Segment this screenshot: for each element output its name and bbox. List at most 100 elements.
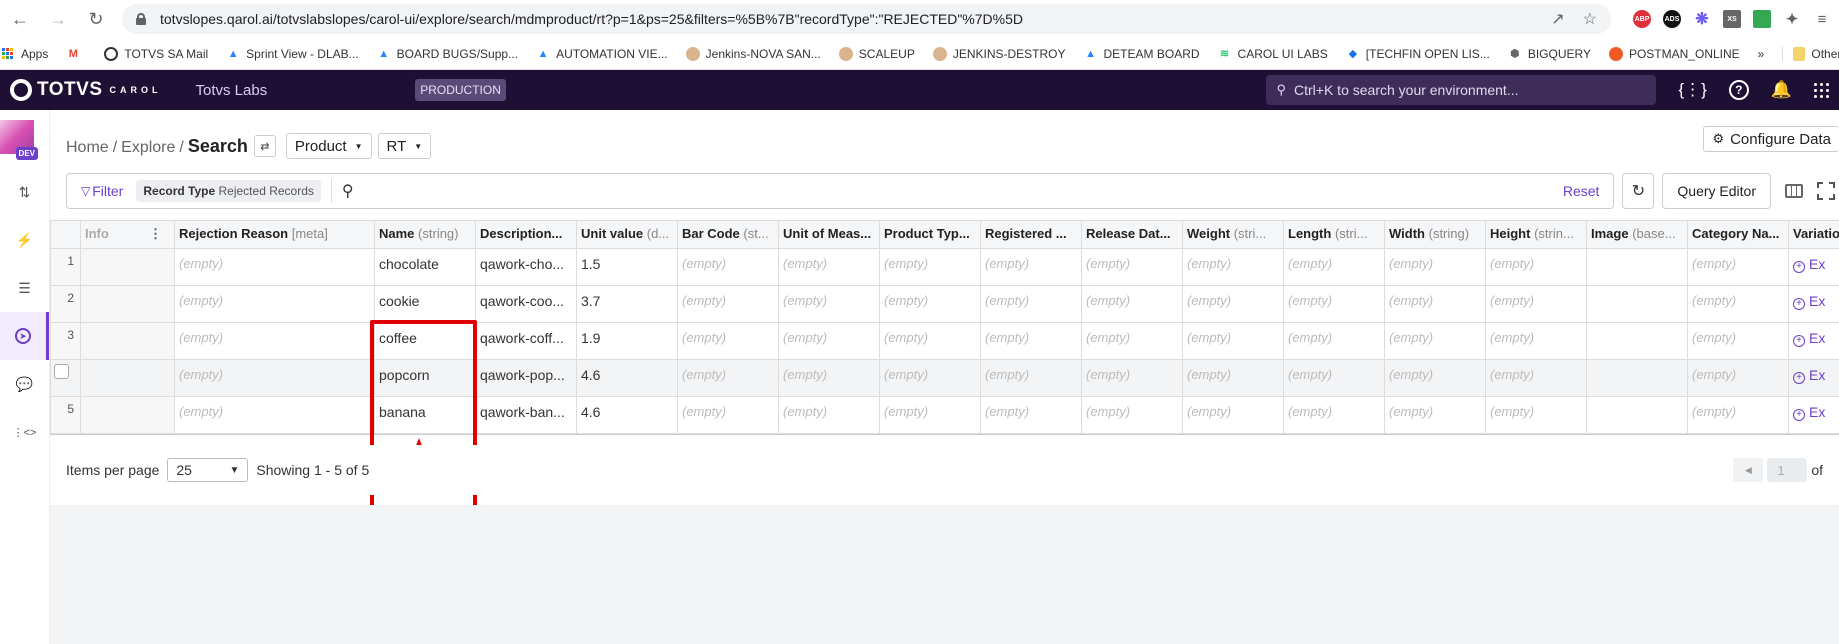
cell-bar-code[interactable]: (empty) [677,248,779,286]
ads-extension-icon[interactable]: ADS [1663,10,1681,28]
puzzle-icon[interactable]: ✦ [1783,10,1801,28]
cell-unit-value[interactable]: 1.5 [576,248,678,286]
apps-menu-icon[interactable] [1814,82,1829,98]
cell-product-type[interactable]: (empty) [879,359,981,397]
column-header-registered[interactable]: Registered ... [980,220,1082,249]
snowflake-extension-icon[interactable]: ❋ [1693,10,1711,28]
expand-variations-button[interactable]: + Ex [1793,293,1825,310]
cell-unit-of-measure[interactable]: (empty) [778,396,880,434]
bookmark-postman[interactable]: POSTMAN_ONLINE [1608,46,1740,61]
column-header-release-date[interactable]: Release Dat... [1081,220,1183,249]
column-header-bar-code[interactable]: Bar Code (st... [677,220,779,249]
table-row[interactable]: 1 (empty) chocolate qawork-cho... 1.5 (empty)… [50,248,1839,286]
refresh-button[interactable]: ↻ [1622,173,1655,209]
cell-height[interactable]: (empty) [1485,396,1587,434]
cell-variations[interactable]: + Ex [1788,396,1839,434]
cell-height[interactable]: (empty) [1485,285,1587,323]
cell-image[interactable] [1586,285,1688,323]
column-header-product-type[interactable]: Product Typ... [879,220,981,249]
cell-image[interactable] [1586,322,1688,360]
sidebar-item-chat[interactable]: 💬 [0,360,49,408]
column-header-info[interactable]: Info ⋮ [80,220,175,249]
column-header-name[interactable]: Name (string) [374,220,476,249]
cell-variations[interactable]: + Ex [1788,322,1839,360]
cell-unit-of-measure[interactable]: (empty) [778,359,880,397]
search-icon[interactable]: ⚲ [342,181,354,201]
url-text[interactable]: totvslopes.qarol.ai/totvslabslopes/carol… [160,11,1551,27]
table-row[interactable]: 2 (empty) cookie qawork-coo... 3.7 (empty) (em… [50,285,1839,323]
address-bar[interactable]: totvslopes.qarol.ai/totvslabslopes/carol… [122,4,1611,34]
expand-variations-button[interactable]: + Ex [1793,367,1825,384]
bell-icon[interactable]: 🔔 [1771,80,1792,100]
cell-unit-value[interactable]: 4.6 [576,396,678,434]
table-row[interactable]: 3 (empty) coffee qawork-coff... 1.9 (empty) (e… [50,322,1839,360]
record-type-dropdown[interactable]: RT ▼ [377,133,432,159]
cell-unit-of-measure[interactable]: (empty) [778,248,880,286]
cell-bar-code[interactable]: (empty) [677,285,779,323]
cell-category-name[interactable]: (empty) [1687,285,1789,323]
cell-weight[interactable]: (empty) [1182,285,1284,323]
cell-registered[interactable]: (empty) [980,322,1082,360]
xs-extension-icon[interactable]: XS [1723,10,1741,28]
cell-rejection-reason[interactable]: (empty) [174,396,375,434]
column-header-height[interactable]: Height (strin... [1485,220,1587,249]
cell-name[interactable]: popcorn [374,359,476,397]
cell-bar-code[interactable]: (empty) [677,396,779,434]
bookmark-gmail[interactable]: M [66,47,86,61]
bookmark-techfin[interactable]: ◆ [TECHFIN OPEN LIS... [1346,47,1490,61]
cell-height[interactable]: (empty) [1485,322,1587,360]
cell-length[interactable]: (empty) [1283,285,1385,323]
cell-variations[interactable]: + Ex [1788,248,1839,286]
bookmark-deteam-board[interactable]: ▲ DETEAM BOARD [1084,47,1199,61]
reset-button[interactable]: Reset [1563,183,1600,199]
cell-height[interactable]: (empty) [1485,359,1587,397]
cell-rejection-reason[interactable]: (empty) [174,248,375,286]
column-header-weight[interactable]: Weight (stri... [1182,220,1284,249]
expand-variations-button[interactable]: + Ex [1793,330,1825,347]
filter-button[interactable]: ▽ Filter [81,183,123,199]
cell-description[interactable]: qawork-pop... [475,359,577,397]
cell-registered[interactable]: (empty) [980,248,1082,286]
cell-product-type[interactable]: (empty) [879,285,981,323]
sidebar-item-explore[interactable]: ➤ [0,312,49,360]
cell-bar-code[interactable]: (empty) [677,322,779,360]
cell-product-type[interactable]: (empty) [879,248,981,286]
breadcrumb-explore[interactable]: Explore [121,139,175,156]
bookmark-scaleup[interactable]: SCALEUP [838,46,915,61]
record-type-chip[interactable]: Record Type Rejected Records [136,180,321,202]
cell-name[interactable]: banana [374,396,476,434]
cell-width[interactable]: (empty) [1384,285,1486,323]
cell-bar-code[interactable]: (empty) [677,359,779,397]
reload-icon[interactable]: ↻ [84,7,108,31]
cell-length[interactable]: (empty) [1283,322,1385,360]
cell-image[interactable] [1586,248,1688,286]
cell-name[interactable]: chocolate [374,248,476,286]
cell-rejection-reason[interactable]: (empty) [174,285,375,323]
sidebar-item-connectors[interactable]: ⚡ [0,216,49,264]
cell-product-type[interactable]: (empty) [879,396,981,434]
cell-category-name[interactable]: (empty) [1687,359,1789,397]
cell-description[interactable]: qawork-ban... [475,396,577,434]
sheets-extension-icon[interactable] [1753,10,1771,28]
cell-name[interactable]: coffee [374,322,476,360]
sidebar-item-data[interactable]: ☰ [0,264,49,312]
cell-category-name[interactable]: (empty) [1687,322,1789,360]
cell-release-date[interactable]: (empty) [1081,396,1183,434]
star-icon[interactable]: ☆ [1583,9,1597,29]
expand-variations-button[interactable]: + Ex [1793,256,1825,273]
cell-description[interactable]: qawork-coo... [475,285,577,323]
column-header-image[interactable]: Image (base... [1586,220,1688,249]
bookmark-jenkins-destroy[interactable]: JENKINS-DESTROY [932,46,1066,61]
org-name[interactable]: Totvs Labs [196,82,268,99]
cell-weight[interactable]: (empty) [1182,359,1284,397]
cell-image[interactable] [1586,359,1688,397]
swap-view-button[interactable]: ⇄ [253,135,276,157]
cell-unit-of-measure[interactable]: (empty) [778,322,880,360]
global-search-input[interactable]: ⚲ Ctrl+K to search your environment... [1266,75,1657,105]
more-bookmarks-button[interactable]: » [1758,47,1765,61]
share-icon[interactable]: ↗ [1551,9,1564,29]
items-per-page-select[interactable]: 25 ▼ [167,458,249,482]
cell-info[interactable] [80,322,175,360]
cell-width[interactable]: (empty) [1384,322,1486,360]
cell-release-date[interactable]: (empty) [1081,359,1183,397]
